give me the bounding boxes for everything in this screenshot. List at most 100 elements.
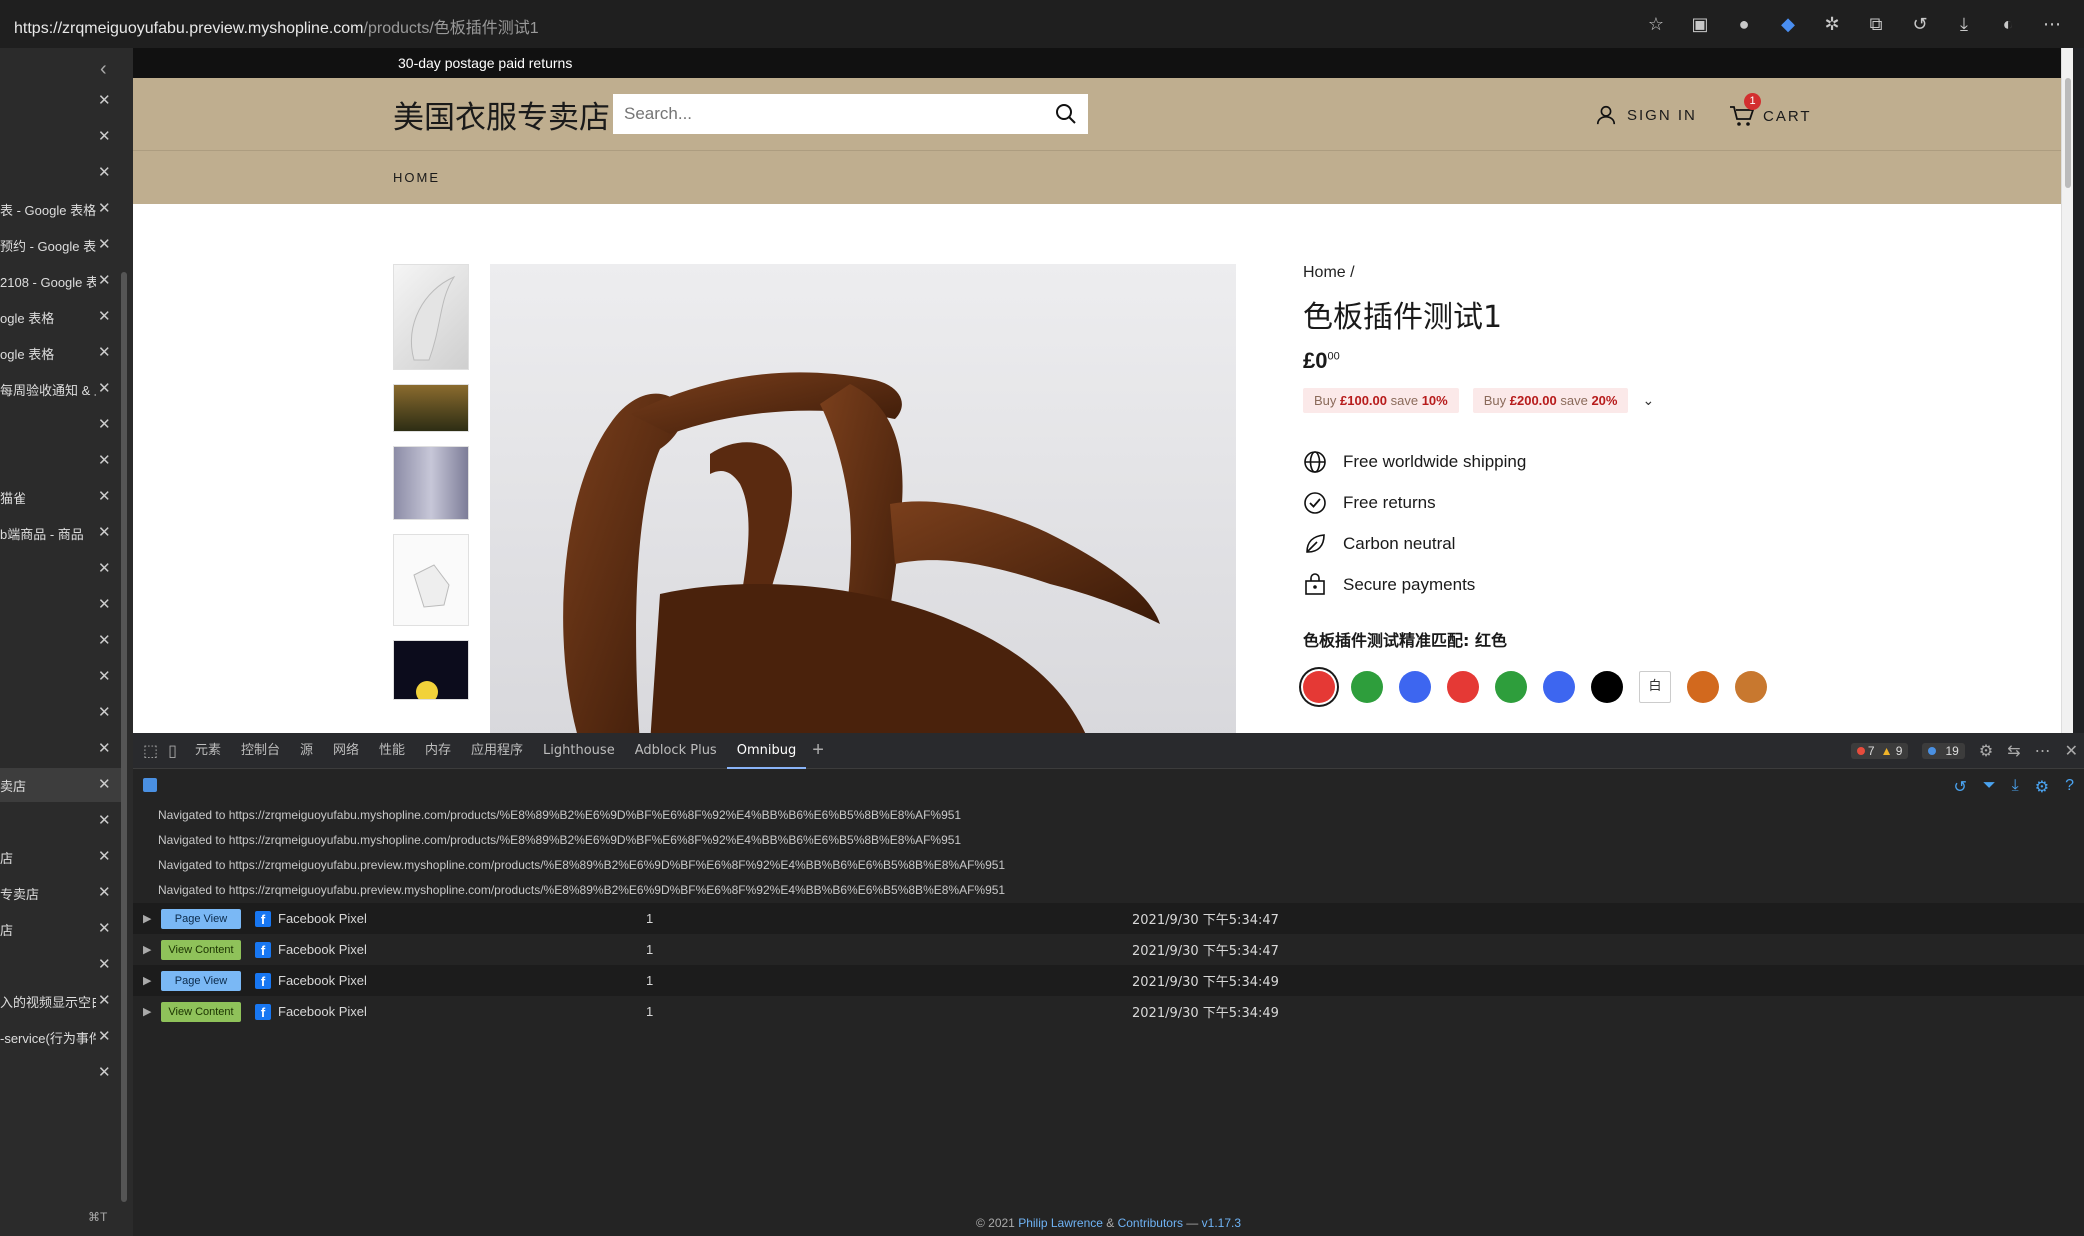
close-tab-icon[interactable]: ✕ [98,307,111,325]
color-swatch[interactable] [1687,671,1719,703]
close-tab-icon[interactable]: ✕ [98,235,111,253]
expand-triangle-icon[interactable]: ▶ [143,943,151,956]
search-icon[interactable] [1054,102,1078,126]
color-swatch[interactable]: 白 [1639,671,1671,703]
devtools-tab[interactable]: Omnibug [726,733,807,769]
picture-in-picture-icon[interactable]: ▣ [1688,12,1712,36]
devtools-tab[interactable]: 控制台 [231,733,290,769]
extension-drop-icon[interactable]: ◆ [1776,12,1800,36]
close-tab-icon[interactable]: ✕ [98,811,111,829]
close-tab-icon[interactable]: ✕ [98,163,111,181]
breadcrumb[interactable]: Home / [1303,264,2003,282]
sidebar-tab[interactable]: ✕ [0,588,124,622]
close-tab-icon[interactable]: ✕ [98,703,111,721]
search-input[interactable] [624,104,1024,124]
close-tab-icon[interactable]: ✕ [98,1063,111,1081]
sidebar-tab[interactable]: 专卖店 ✕ [0,876,124,910]
sidebar-tab[interactable]: ✕ [0,732,124,766]
close-tab-icon[interactable]: ✕ [98,271,111,289]
close-tab-icon[interactable]: ✕ [98,199,111,217]
device-toolbar-icon[interactable]: ▯ [168,741,177,761]
devtools-tab[interactable]: Lighthouse [533,733,625,769]
contributors-link[interactable]: Contributors [1118,1216,1183,1230]
color-swatch[interactable] [1543,671,1575,703]
close-tab-icon[interactable]: ✕ [98,523,111,541]
color-swatch[interactable] [1495,671,1527,703]
devtools-tab[interactable]: 网络 [323,733,369,769]
filter-icon[interactable]: ⏷ [1983,777,1996,797]
new-tab-shortcut[interactable]: ⌘T [88,1210,107,1224]
sidebar-tab[interactable]: ✕ [0,696,124,730]
devtools-tab[interactable]: 元素 [185,733,231,769]
collections-icon[interactable]: ⧉ [1864,12,1888,36]
sidebar-tab[interactable]: ✕ [0,948,124,982]
sidebar-tab[interactable]: ogle 表格 ✕ [0,300,124,334]
close-tab-icon[interactable]: ✕ [98,415,111,433]
sidebar-tab[interactable]: ✕ [0,444,124,478]
more-menu-icon[interactable]: ⋯ [2040,12,2064,36]
sidebar-tab[interactable]: ✕ [0,1056,124,1090]
sidebar-tab[interactable]: ✕ [0,660,124,694]
sidebar-tab[interactable]: ✕ [0,624,124,658]
close-tab-icon[interactable]: ✕ [98,631,111,649]
close-tab-icon[interactable]: ✕ [98,739,111,757]
sidebar-tab[interactable]: b端商品 - 商品 ✕ [0,516,124,550]
color-swatch[interactable] [1591,671,1623,703]
history-icon[interactable]: ↺ [1908,12,1932,36]
close-tab-icon[interactable]: ✕ [98,919,111,937]
info-counter[interactable]: 19 [1922,743,1965,759]
color-swatch[interactable] [1735,671,1767,703]
search-box[interactable] [613,94,1088,134]
author-link[interactable]: Philip Lawrence [1018,1216,1103,1230]
page-scrollbar-thumb[interactable] [2065,78,2071,188]
store-logo[interactable]: 美国衣服专卖店 [393,92,610,137]
sidebar-tab[interactable]: -service(行为事件 ✕ [0,1020,124,1054]
add-panel-icon[interactable]: + [812,739,824,762]
clear-log-icon[interactable] [143,778,157,792]
collapse-sidebar-icon[interactable]: ‹ [100,58,107,81]
color-swatch[interactable] [1303,671,1335,703]
issues-counter[interactable]: 7 ▲ 9 [1850,743,1909,759]
sidebar-tab[interactable]: ✕ [0,84,124,118]
expand-triangle-icon[interactable]: ▶ [143,1005,151,1018]
sidebar-tab[interactable]: ogle 表格 ✕ [0,336,124,370]
close-tab-icon[interactable]: ✕ [98,451,111,469]
event-row[interactable]: ▶ View Content f Facebook Pixel 1 2021/9/30 下… [133,996,2084,1027]
close-tab-icon[interactable]: ✕ [98,847,111,865]
close-tab-icon[interactable]: ✕ [98,955,111,973]
sidebar-tab[interactable]: ✕ [0,804,124,838]
close-tab-icon[interactable]: ✕ [98,1027,111,1045]
sidebar-tab[interactable]: ✕ [0,156,124,190]
address-bar[interactable]: https://zrqmeiguoyufabu.preview.myshopli… [0,0,2084,48]
sidebar-tab[interactable]: 店 ✕ [0,912,124,946]
color-swatch[interactable] [1447,671,1479,703]
reset-icon[interactable]: ↺ [1953,777,1966,797]
thumbnail-tag[interactable] [393,446,469,520]
remote-devices-icon[interactable]: ⇆ [2007,741,2020,761]
event-row[interactable]: ▶ View Content f Facebook Pixel 1 2021/9/30 下… [133,934,2084,965]
close-tab-icon[interactable]: ✕ [98,667,111,685]
thumbnail-hand[interactable] [393,534,469,626]
sidebar-tab[interactable]: ✕ [0,120,124,154]
adblock-icon[interactable]: ● [1732,12,1756,36]
page-scrollbar[interactable] [2061,48,2073,733]
close-tab-icon[interactable]: ✕ [98,595,111,613]
extensions-puzzle-icon[interactable]: ✲ [1820,12,1844,36]
sidebar-scrollbar[interactable] [121,272,127,1202]
devtools-tab[interactable]: 性能 [369,733,415,769]
event-row[interactable]: ▶ Page View f Facebook Pixel 1 2021/9/30 下午5:… [133,903,2084,934]
color-swatch[interactable] [1399,671,1431,703]
chevron-down-icon[interactable]: ⌄ [1642,392,1654,409]
close-devtools-icon[interactable]: ✕ [2065,741,2078,761]
close-tab-icon[interactable]: ✕ [98,775,111,793]
sidebar-tab[interactable]: 2108 - Google 表 ✕ [0,264,124,298]
close-tab-icon[interactable]: ✕ [98,91,111,109]
sidebar-tab[interactable]: ✕ [0,408,124,442]
inspect-element-icon[interactable]: ⬚ [143,741,158,761]
more-options-icon[interactable]: ⋯ [2035,741,2051,761]
settings-gear-icon[interactable]: ⚙ [1979,741,1993,761]
sign-in-link[interactable]: SIGN IN [1595,104,1697,126]
nav-home[interactable]: HOME [393,170,440,185]
help-icon[interactable]: ? [2065,777,2074,797]
sidebar-tab[interactable]: 表 - Google 表格 ✕ [0,192,124,226]
